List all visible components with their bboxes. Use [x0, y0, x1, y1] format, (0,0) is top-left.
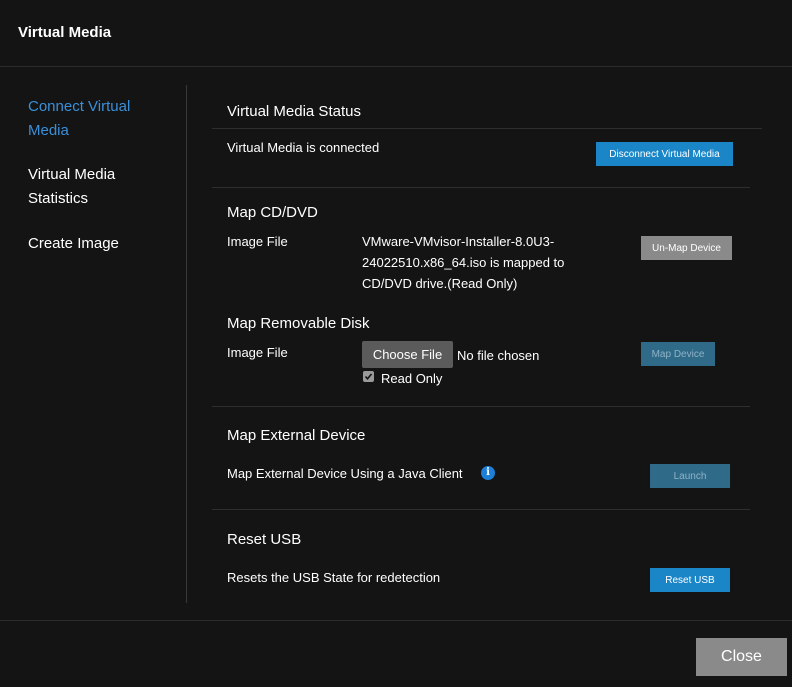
disconnect-virtual-media-button[interactable]: Disconnect Virtual Media	[596, 142, 733, 166]
cd-dvd-section-title: Map CD/DVD	[227, 204, 318, 221]
read-only-label: Read Only	[381, 371, 443, 386]
sidebar-item-connect-virtual-media[interactable]: Connect Virtual Media	[28, 95, 178, 143]
launch-button[interactable]: Launch	[650, 464, 730, 488]
unmap-device-button[interactable]: Un-Map Device	[641, 236, 732, 260]
sidebar-item-label: Media	[28, 122, 69, 139]
reset-usb-button[interactable]: Reset USB	[650, 568, 730, 592]
sidebar-item-label: Virtual Media	[28, 166, 116, 183]
sidebar-item-label: Connect Virtual	[28, 98, 131, 115]
sidebar-item-label: Create Image	[28, 235, 119, 252]
sidebar-item-create-image[interactable]: Create Image	[28, 232, 178, 256]
cd-dvd-image-file-label: Image File	[227, 234, 288, 249]
choose-file-button[interactable]: Choose File	[362, 341, 453, 368]
checkmark-icon	[364, 373, 373, 381]
removable-disk-section-title: Map Removable Disk	[227, 315, 370, 332]
dialog-header: Virtual Media	[0, 0, 792, 67]
external-device-text: Map External Device Using a Java Client	[227, 466, 463, 481]
dialog-title: Virtual Media	[18, 24, 112, 41]
cd-dvd-mapped-file-text: VMware-VMvisor-Installer-8.0U3- 24022510…	[362, 231, 622, 294]
sidebar-item-label: Statistics	[28, 190, 89, 207]
map-device-button[interactable]: Map Device	[641, 342, 715, 366]
file-status-text: No file chosen	[457, 348, 540, 363]
divider	[212, 128, 762, 129]
read-only-checkbox[interactable]	[363, 371, 374, 382]
reset-usb-section-title: Reset USB	[227, 531, 302, 548]
divider	[212, 509, 750, 510]
status-text: Virtual Media is connected	[227, 140, 380, 155]
mapped-file-line: CD/DVD drive.(Read Only)	[362, 276, 518, 291]
removable-image-file-label: Image File	[227, 345, 288, 360]
mapped-file-line: 24022510.x86_64.iso is mapped to	[362, 255, 565, 270]
external-device-section-title: Map External Device	[227, 427, 366, 444]
status-section-title: Virtual Media Status	[227, 103, 361, 120]
close-button[interactable]: Close	[696, 638, 787, 676]
sidebar-item-virtual-media-statistics[interactable]: Virtual Media Statistics	[28, 163, 178, 211]
divider	[212, 187, 750, 188]
divider	[212, 406, 750, 407]
info-icon[interactable]: i	[481, 466, 495, 480]
reset-usb-text: Resets the USB State for redetection	[227, 570, 441, 585]
sidebar-divider	[186, 85, 187, 603]
footer-divider	[0, 620, 792, 621]
mapped-file-line: VMware-VMvisor-Installer-8.0U3-	[362, 234, 555, 249]
